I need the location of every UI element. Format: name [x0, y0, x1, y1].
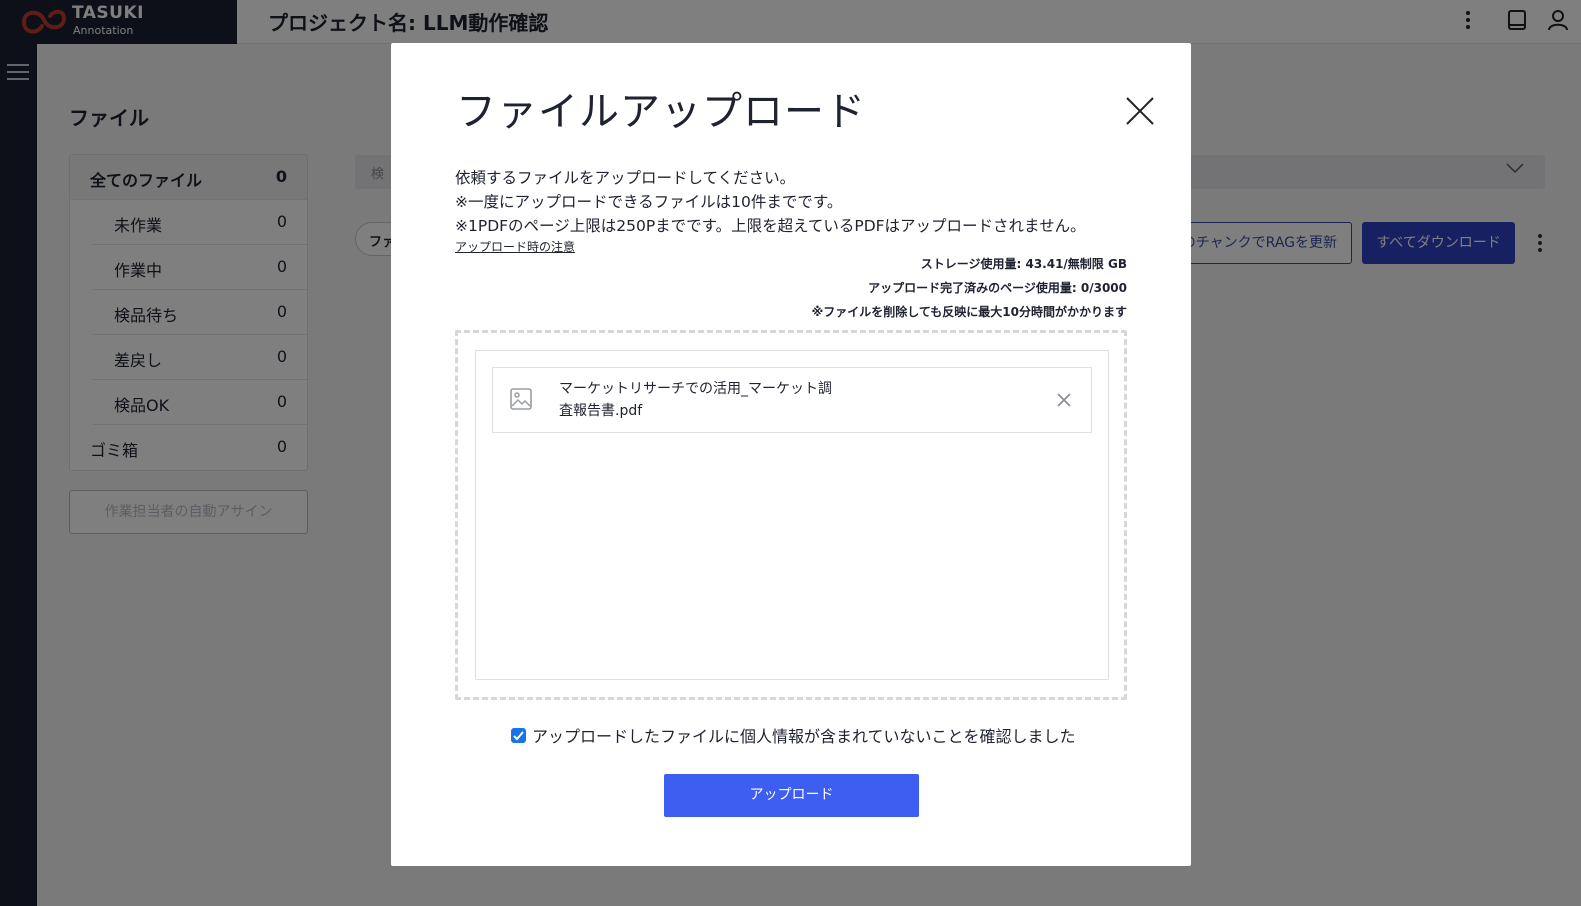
image-icon	[510, 388, 532, 410]
upload-button[interactable]: アップロード	[664, 774, 919, 817]
delete-note: ※ファイルを削除しても反映に最大10分時間がかかります	[811, 305, 1127, 319]
file-dropzone[interactable]: マーケットリサーチでの活用_マーケット調 査報告書.pdf	[455, 330, 1127, 700]
file-upload-dialog: ファイルアップロード 依頼するファイルをアップロードしてください。 ※一度にアッ…	[391, 43, 1191, 866]
privacy-confirm-label: アップロードしたファイルに個人情報が含まれていないことを確認しました	[532, 727, 1076, 746]
remove-file-icon[interactable]	[1053, 389, 1075, 411]
description-line: ※一度にアップロードできるファイルは10件までです。	[455, 193, 843, 211]
description-line: 依頼するファイルをアップロードしてください。	[455, 169, 796, 187]
dialog-title: ファイルアップロード	[456, 89, 866, 135]
page-usage: アップロード完了済みのページ使用量: 0/3000	[868, 281, 1127, 295]
file-name: マーケットリサーチでの活用_マーケット調 査報告書.pdf	[559, 378, 859, 422]
file-name-line: 査報告書.pdf	[559, 403, 643, 419]
check-icon	[513, 730, 524, 740]
privacy-confirm-checkbox[interactable]	[511, 727, 526, 743]
file-name-line: マーケットリサーチでの活用_マーケット調	[559, 381, 832, 397]
privacy-confirm: アップロードしたファイルに個人情報が含まれていないことを確認しました	[511, 723, 1076, 747]
close-icon[interactable]	[1124, 95, 1156, 127]
storage-usage: ストレージ使用量: 43.41/無制限 GB	[920, 257, 1127, 271]
upload-notes-link[interactable]: アップロード時の注意	[455, 238, 575, 255]
description-line: ※1PDFのページ上限は250Pまでです。上限を超えているPDFはアップロードさ…	[455, 217, 1086, 235]
file-list: マーケットリサーチでの活用_マーケット調 査報告書.pdf	[475, 350, 1109, 680]
list-item: マーケットリサーチでの活用_マーケット調 査報告書.pdf	[492, 367, 1092, 433]
